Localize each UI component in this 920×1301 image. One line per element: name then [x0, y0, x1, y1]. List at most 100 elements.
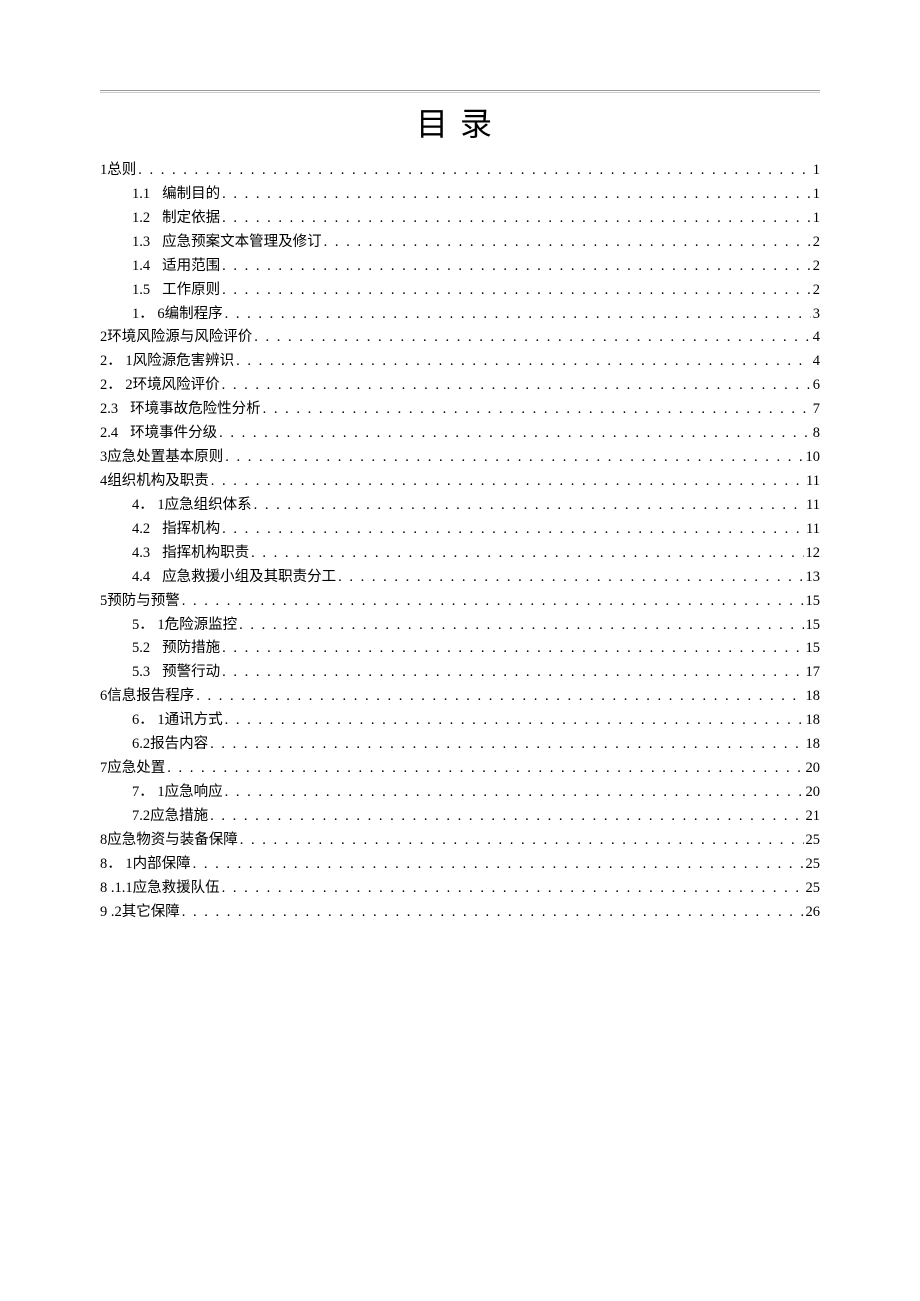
toc-number: 8 .1.1 [100, 877, 133, 901]
toc-text: 风险源危害辨识 [133, 353, 235, 369]
toc-leader [237, 614, 803, 638]
toc-number: 1.5 [132, 279, 150, 303]
toc-leader [194, 685, 803, 709]
toc-page: 18 [804, 685, 821, 709]
toc-text: 编制目的 [162, 186, 220, 202]
toc-entry: 1.1编制目的 1 [100, 183, 820, 207]
toc-text: 预防措施 [162, 640, 220, 656]
toc-text: 应急处置 [107, 760, 165, 776]
toc-text: 环境风险评价 [133, 377, 220, 393]
toc-page: 12 [804, 542, 821, 566]
toc-text: 应急响应 [165, 784, 223, 800]
toc-page: 21 [804, 805, 821, 829]
toc-page: 11 [804, 470, 820, 494]
toc-leader [223, 709, 804, 733]
toc-label: 4.4 应急救援小组及其职责分工 [132, 566, 336, 590]
toc-leader [336, 566, 803, 590]
toc-leader [223, 446, 803, 470]
toc-page: 20 [804, 781, 821, 805]
toc-number: 1.4 [132, 255, 150, 279]
toc-text: 环境事故危险性分析 [130, 401, 261, 417]
toc-page: 25 [804, 877, 821, 901]
toc-leader [220, 183, 811, 207]
toc-entry: 7． 1应急响应 20 [100, 781, 820, 805]
toc-leader [165, 757, 803, 781]
toc-number: 1.3 [132, 231, 150, 255]
toc-leader [180, 590, 804, 614]
toc-page: 10 [804, 446, 821, 470]
toc-number: 4.2 [132, 518, 150, 542]
toc-page: 15 [804, 637, 821, 661]
toc-number: 2.4 [100, 422, 118, 446]
toc-entry: 6信息报告程序 18 [100, 685, 820, 709]
toc-entry: 6.2报告内容 18 [100, 733, 820, 757]
toc-label: 9 .2其它保障 [100, 901, 180, 925]
toc-page: 11 [804, 518, 820, 542]
toc-page: 8 [811, 422, 820, 446]
toc-label: 2.3环境事故危险性分析 [100, 398, 261, 422]
toc-text: 指挥机构 [162, 521, 220, 537]
toc-label: 1.4 适用范围 [132, 255, 220, 279]
toc-entry: 5.2预防措施 15 [100, 637, 820, 661]
toc-number: 9 .2 [100, 901, 122, 925]
toc-text: 报告内容 [150, 736, 208, 752]
toc-number: 5． 1 [132, 614, 165, 638]
toc-leader [220, 637, 803, 661]
toc-text: 预防与预警 [107, 593, 180, 609]
toc-text: 适用范围 [162, 258, 220, 274]
toc-leader [220, 255, 811, 279]
table-of-contents: 1总则 11.1编制目的 11.2制定依据 11.3应急预案文本管理及修订 21… [100, 159, 820, 925]
toc-page: 2 [811, 231, 820, 255]
toc-entry: 4.4应急救援小组及其职责分工 13 [100, 566, 820, 590]
toc-entry: 4． 1应急组织体系 11 [100, 494, 820, 518]
toc-label: 1.5工作原则 [132, 279, 220, 303]
toc-label: 8． 1内部保障 [100, 853, 191, 877]
toc-leader [322, 231, 811, 255]
toc-page: 11 [804, 494, 820, 518]
toc-leader [238, 829, 804, 853]
toc-text: 总则 [107, 162, 136, 178]
toc-number: 4.4 [132, 566, 150, 590]
toc-label: 7应急处置 [100, 757, 165, 781]
toc-leader [261, 398, 811, 422]
toc-label: 6信息报告程序 [100, 685, 194, 709]
toc-page: 15 [804, 590, 821, 614]
toc-leader [220, 374, 811, 398]
toc-leader [234, 350, 811, 374]
toc-entry: 1.3应急预案文本管理及修订 2 [100, 231, 820, 255]
toc-label: 5.2预防措施 [132, 637, 220, 661]
toc-page: 25 [804, 829, 821, 853]
toc-number: 1.2 [132, 207, 150, 231]
toc-label: 1总则 [100, 159, 136, 183]
toc-text: 应急措施 [150, 808, 208, 824]
toc-label: 6.2报告内容 [132, 733, 208, 757]
toc-leader [249, 542, 803, 566]
toc-text: 危险源监控 [165, 617, 238, 633]
toc-entry: 6． 1通讯方式 18 [100, 709, 820, 733]
toc-text: 应急救援小组及其职责分工 [162, 569, 336, 585]
toc-label: 4． 1应急组织体系 [132, 494, 252, 518]
toc-label: 2环境风险源与风险评价 [100, 326, 252, 350]
toc-label: 3应急处置基本原则 [100, 446, 223, 470]
toc-entry: 8 .1.1应急救援队伍 25 [100, 877, 820, 901]
toc-label: 1.1编制目的 [132, 183, 220, 207]
toc-number: 5.3 [132, 661, 150, 685]
toc-number: 8． 1 [100, 853, 133, 877]
toc-label: 1． 6编制程序 [132, 303, 223, 327]
toc-number: 4． 1 [132, 494, 165, 518]
toc-entry: 2． 2环境风险评价 6 [100, 374, 820, 398]
toc-leader [209, 470, 804, 494]
toc-text: 组织机构及职责 [107, 473, 209, 489]
toc-page: 7 [811, 398, 820, 422]
toc-entry: 5预防与预警 15 [100, 590, 820, 614]
toc-leader [208, 733, 803, 757]
toc-leader [220, 877, 804, 901]
toc-entry: 5.3预警行动 17 [100, 661, 820, 685]
toc-label: 4.3指挥机构职责 [132, 542, 249, 566]
toc-page: 2 [811, 279, 820, 303]
toc-number: 2． 2 [100, 374, 133, 398]
toc-label: 8 .1.1应急救援队伍 [100, 877, 220, 901]
toc-text: 应急处置基本原则 [107, 449, 223, 465]
toc-entry: 1． 6编制程序 3 [100, 303, 820, 327]
toc-leader [180, 901, 804, 925]
